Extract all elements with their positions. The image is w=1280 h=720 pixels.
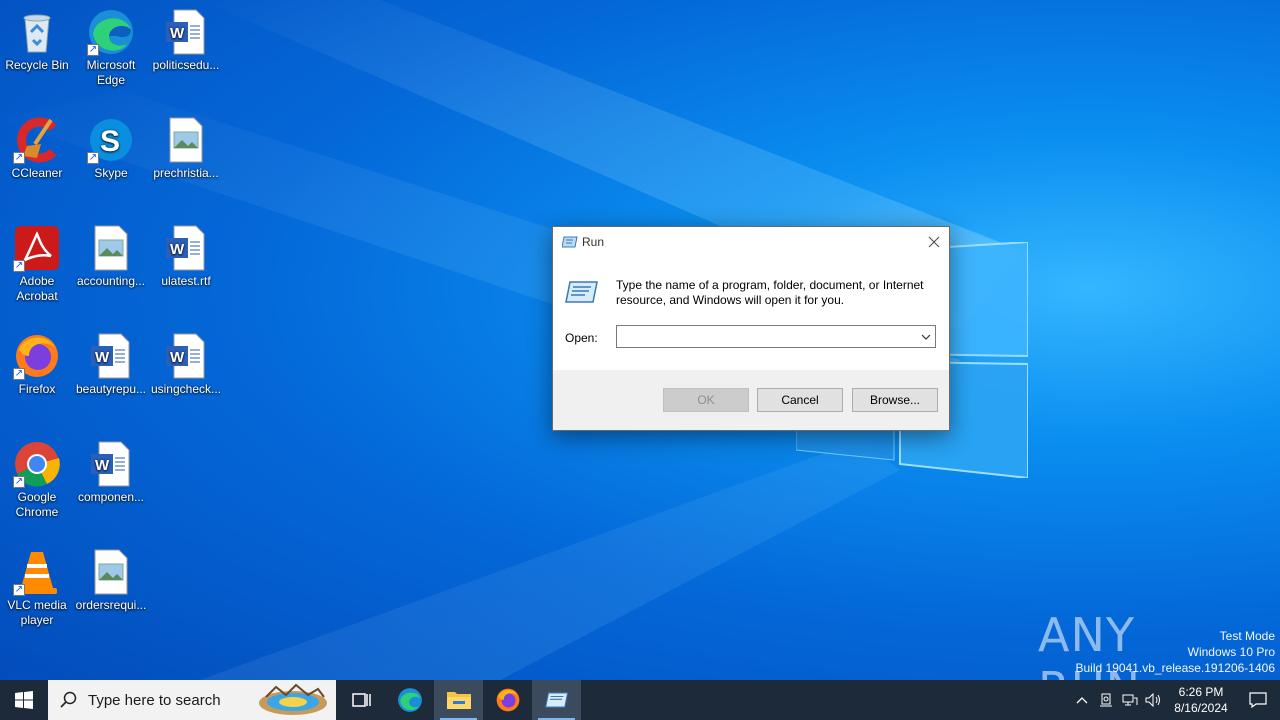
run-app-icon [561, 235, 578, 252]
word-document-icon: W [162, 8, 210, 56]
shortcut-arrow-icon: ↗ [13, 260, 25, 272]
desktop-icon-componen[interactable]: W componen... [74, 440, 148, 505]
system-tray: 6:26 PM 8/16/2024 [1070, 680, 1280, 720]
acrobat-icon: ↗ [13, 224, 61, 272]
desktop-icon-google-chrome[interactable]: ↗ Google Chrome [0, 440, 74, 520]
chevron-down-icon[interactable] [919, 330, 933, 344]
close-icon [928, 236, 940, 248]
folder-icon [446, 692, 471, 709]
device-icon [1100, 693, 1112, 707]
ok-button[interactable]: OK [663, 388, 749, 412]
firefox-icon: ↗ [13, 332, 61, 380]
desktop-icon-politicsedu[interactable]: W politicsedu... [149, 8, 223, 73]
search-highlight-art-icon [259, 683, 327, 715]
clock-time: 6:26 PM [1178, 685, 1224, 699]
taskbar: Type here to search 6:26 PM 8/16/2024 [0, 680, 1280, 720]
show-hidden-icons-button[interactable] [1070, 680, 1094, 720]
browse-button[interactable]: Browse... [852, 388, 938, 412]
watermark-edition: Windows 10 Pro [1187, 645, 1275, 659]
word-document-icon: W [162, 224, 210, 272]
svg-text:W: W [95, 349, 110, 366]
image-document-icon [87, 224, 135, 272]
watermark-build: Build 19041.vb_release.191206-1406 [1075, 661, 1276, 675]
desktop-icon-prechristia[interactable]: prechristia... [149, 116, 223, 181]
svg-text:W: W [170, 349, 185, 366]
desktop-icon-beautyrepu[interactable]: W beautyrepu... [74, 332, 148, 397]
taskbar-edge-button[interactable] [385, 680, 434, 720]
run-titlebar[interactable]: Run [553, 227, 949, 257]
run-description: Type the name of a program, folder, docu… [616, 278, 924, 307]
desktop-icon-ulatest[interactable]: W ulatest.rtf [149, 224, 223, 289]
recycle-bin-icon [13, 8, 61, 56]
svg-text:W: W [170, 25, 185, 42]
edge-icon [397, 688, 422, 712]
desktop-icon-accounting[interactable]: accounting... [74, 224, 148, 289]
notification-icon [1249, 692, 1267, 708]
tray-device-button[interactable] [1094, 680, 1118, 720]
desktop-icon-ordersrequi[interactable]: ordersrequi... [74, 548, 148, 613]
image-document-icon [162, 116, 210, 164]
desktop-icon-adobe-acrobat[interactable]: ↗ Adobe Acrobat [0, 224, 74, 304]
tray-volume-button[interactable] [1142, 680, 1166, 720]
task-view-icon [351, 693, 371, 707]
search-icon [60, 691, 77, 708]
vlc-icon: ↗ [13, 548, 61, 596]
volume-icon [1145, 693, 1160, 707]
taskbar-file-explorer-button[interactable] [434, 680, 483, 720]
desktop-icon-skype[interactable]: S ↗ Skype [74, 116, 148, 181]
clock-date: 8/16/2024 [1174, 701, 1228, 715]
cancel-button[interactable]: Cancel [757, 388, 843, 412]
run-title: Run [582, 235, 605, 249]
taskbar-clock[interactable]: 6:26 PM 8/16/2024 [1166, 684, 1236, 716]
search-placeholder: Type here to search [88, 691, 221, 709]
desktop-icon-microsoft-edge[interactable]: ↗ Microsoft Edge [74, 8, 148, 88]
desktop-icon-ccleaner[interactable]: ↗ CCleaner [0, 116, 74, 181]
task-view-button[interactable] [336, 680, 385, 720]
svg-text:W: W [95, 457, 110, 474]
shortcut-arrow-icon: ↗ [13, 584, 25, 596]
tray-network-button[interactable] [1118, 680, 1142, 720]
image-document-icon [87, 548, 135, 596]
taskbar-firefox-button[interactable] [483, 680, 532, 720]
run-app-icon [544, 692, 568, 708]
close-button[interactable] [919, 227, 949, 257]
firefox-icon [496, 688, 519, 712]
network-icon [1122, 694, 1138, 706]
shortcut-arrow-icon: ↗ [87, 44, 99, 56]
taskbar-search-box[interactable]: Type here to search [48, 680, 336, 720]
desktop-icon-recycle-bin[interactable]: Recycle Bin [0, 8, 74, 73]
run-dialog: Run Type the name of a program, folder, … [552, 226, 950, 431]
shortcut-arrow-icon: ↗ [13, 152, 25, 164]
open-label: Open: [565, 331, 598, 345]
shortcut-arrow-icon: ↗ [13, 368, 25, 380]
run-program-icon [565, 279, 599, 308]
desktop-icon-vlc[interactable]: ↗ VLC media player [0, 548, 74, 628]
chevron-up-icon [1076, 697, 1088, 704]
svg-text:W: W [170, 241, 185, 258]
watermark-test-mode: Test Mode [1219, 629, 1275, 643]
os-watermark: Test Mode Windows 10 Pro Build 19041.vb_… [1076, 628, 1276, 676]
edge-icon: ↗ [87, 8, 135, 56]
ccleaner-icon: ↗ [13, 116, 61, 164]
open-combobox[interactable] [616, 325, 936, 348]
skype-icon: S ↗ [87, 116, 135, 164]
shortcut-arrow-icon: ↗ [87, 152, 99, 164]
word-document-icon: W [87, 332, 135, 380]
desktop-icon-usingcheck[interactable]: W usingcheck... [149, 332, 223, 397]
start-button[interactable] [0, 680, 48, 720]
word-document-icon: W [87, 440, 135, 488]
open-input[interactable] [617, 326, 913, 347]
word-document-icon: W [162, 332, 210, 380]
windows-start-icon [15, 691, 33, 709]
svg-text:S: S [100, 125, 120, 158]
shortcut-arrow-icon: ↗ [13, 476, 25, 488]
taskbar-run-button[interactable] [532, 680, 581, 720]
desktop-icon-firefox[interactable]: ↗ Firefox [0, 332, 74, 397]
action-center-button[interactable] [1236, 680, 1280, 720]
chrome-icon: ↗ [13, 440, 61, 488]
